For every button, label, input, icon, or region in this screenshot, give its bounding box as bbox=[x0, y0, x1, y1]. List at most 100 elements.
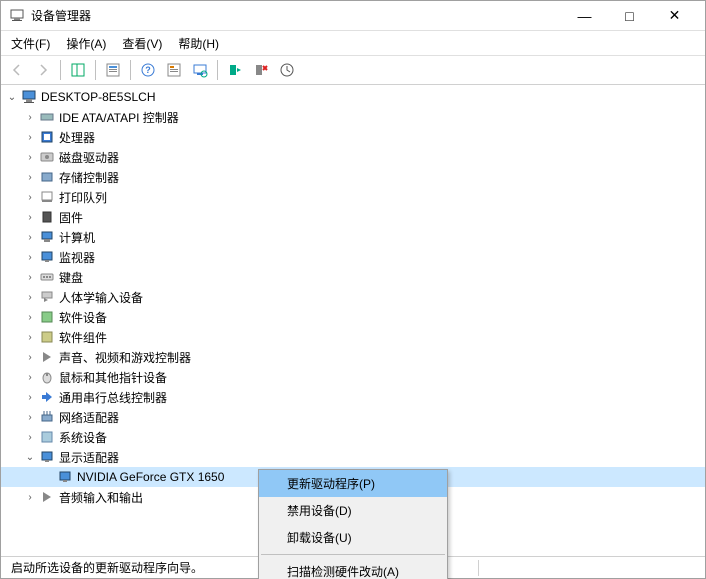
category-icon bbox=[39, 129, 55, 145]
category-icon bbox=[39, 109, 55, 125]
chevron-right-icon[interactable]: › bbox=[23, 350, 37, 364]
tree-category[interactable]: ›声音、视频和游戏控制器 bbox=[1, 347, 705, 367]
chevron-right-icon[interactable]: › bbox=[23, 390, 37, 404]
menu-file[interactable]: 文件(F) bbox=[5, 33, 56, 54]
chevron-right-icon[interactable]: › bbox=[23, 110, 37, 124]
toolbar-separator bbox=[60, 60, 61, 80]
category-icon bbox=[39, 189, 55, 205]
tree-root[interactable]: ⌄ DESKTOP-8E5SLCH bbox=[1, 87, 705, 107]
chevron-right-icon[interactable]: › bbox=[23, 230, 37, 244]
uninstall-device-button[interactable] bbox=[249, 58, 273, 82]
chevron-right-icon[interactable]: › bbox=[23, 250, 37, 264]
statusbar-separator bbox=[478, 560, 479, 576]
category-icon bbox=[39, 309, 55, 325]
tree-category-label: 软件组件 bbox=[59, 329, 107, 346]
menu-view[interactable]: 查看(V) bbox=[116, 33, 168, 54]
tree-category[interactable]: › 鼠标和其他指针设备 bbox=[1, 367, 705, 387]
context-menu-item[interactable]: 更新驱动程序(P) bbox=[259, 470, 447, 497]
toolbar-separator bbox=[217, 60, 218, 80]
menubar: 文件(F) 操作(A) 查看(V) 帮助(H) bbox=[1, 31, 705, 55]
category-icon bbox=[39, 329, 55, 345]
nav-forward-button bbox=[31, 58, 55, 82]
chevron-right-icon[interactable]: › bbox=[23, 410, 37, 424]
tree-category-label: 存储控制器 bbox=[59, 169, 119, 186]
chevron-right-icon[interactable]: › bbox=[23, 190, 37, 204]
category-icon bbox=[39, 289, 55, 305]
titlebar: 设备管理器 — □ ✕ bbox=[1, 1, 705, 31]
tree-category[interactable]: › 网络适配器 bbox=[1, 407, 705, 427]
context-menu-separator bbox=[261, 554, 445, 555]
chevron-right-icon[interactable]: › bbox=[23, 490, 37, 504]
chevron-right-icon[interactable]: › bbox=[23, 430, 37, 444]
category-icon bbox=[39, 149, 55, 165]
tree-category-label: 计算机 bbox=[59, 229, 95, 246]
tree-category[interactable]: ›处理器 bbox=[1, 127, 705, 147]
maximize-button[interactable]: □ bbox=[607, 2, 652, 30]
chevron-right-icon[interactable]: › bbox=[23, 170, 37, 184]
chevron-right-icon[interactable]: › bbox=[23, 290, 37, 304]
tree-category[interactable]: ›磁盘驱动器 bbox=[1, 147, 705, 167]
update-driver-button[interactable] bbox=[275, 58, 299, 82]
tree-category-label: 显示适配器 bbox=[59, 449, 119, 466]
tree-category[interactable]: › 打印队列 bbox=[1, 187, 705, 207]
menu-help[interactable]: 帮助(H) bbox=[172, 33, 225, 54]
chevron-right-icon[interactable]: › bbox=[23, 330, 37, 344]
tree-category[interactable]: › 人体学输入设备 bbox=[1, 287, 705, 307]
tree-category[interactable]: › 软件组件 bbox=[1, 327, 705, 347]
tree-category-label: 键盘 bbox=[59, 269, 83, 286]
tree-category-label: 打印队列 bbox=[59, 189, 107, 206]
minimize-button[interactable]: — bbox=[562, 2, 607, 30]
context-menu-item[interactable]: 禁用设备(D) bbox=[259, 497, 447, 524]
tree-category[interactable]: ›软件设备 bbox=[1, 307, 705, 327]
menu-action[interactable]: 操作(A) bbox=[60, 33, 112, 54]
tree-category[interactable]: › 系统设备 bbox=[1, 427, 705, 447]
tree-category[interactable]: › 存储控制器 bbox=[1, 167, 705, 187]
context-menu-item[interactable]: 扫描检测硬件改动(A) bbox=[259, 558, 447, 579]
window-title: 设备管理器 bbox=[31, 7, 562, 24]
category-icon bbox=[39, 249, 55, 265]
context-menu-item[interactable]: 卸载设备(U) bbox=[259, 524, 447, 551]
gpu-icon bbox=[57, 469, 73, 485]
category-icon bbox=[39, 269, 55, 285]
enable-device-button[interactable] bbox=[223, 58, 247, 82]
tree-category-label: 人体学输入设备 bbox=[59, 289, 143, 306]
tree-category[interactable]: › 固件 bbox=[1, 207, 705, 227]
properties-button[interactable] bbox=[101, 58, 125, 82]
action-button[interactable] bbox=[162, 58, 186, 82]
tree-category[interactable]: › 通用串行总线控制器 bbox=[1, 387, 705, 407]
chevron-right-icon[interactable]: › bbox=[23, 210, 37, 224]
chevron-right-icon[interactable]: › bbox=[23, 130, 37, 144]
chevron-right-icon[interactable]: › bbox=[23, 270, 37, 284]
tree-category-label: 网络适配器 bbox=[59, 409, 119, 426]
tree-category[interactable]: ›IDE ATA/ATAPI 控制器 bbox=[1, 107, 705, 127]
category-icon bbox=[39, 209, 55, 225]
category-icon bbox=[39, 409, 55, 425]
category-icon bbox=[39, 389, 55, 405]
tree-category[interactable]: › 监视器 bbox=[1, 247, 705, 267]
svg-text:?: ? bbox=[145, 65, 151, 75]
chevron-right-icon[interactable]: › bbox=[23, 310, 37, 324]
chevron-right-icon[interactable]: › bbox=[23, 150, 37, 164]
tree-category-label: 监视器 bbox=[59, 249, 95, 266]
show-hide-tree-button[interactable] bbox=[66, 58, 90, 82]
window-controls: — □ ✕ bbox=[562, 2, 697, 30]
tree-category-label: 固件 bbox=[59, 209, 83, 226]
category-icon bbox=[39, 489, 55, 505]
close-button[interactable]: ✕ bbox=[652, 2, 697, 30]
help-button[interactable]: ? bbox=[136, 58, 160, 82]
scan-hardware-button[interactable] bbox=[188, 58, 212, 82]
nav-back-button bbox=[5, 58, 29, 82]
app-icon bbox=[9, 8, 25, 24]
chevron-right-icon[interactable]: › bbox=[23, 370, 37, 384]
tree-category-label: 通用串行总线控制器 bbox=[59, 389, 167, 406]
tree-category-label: 系统设备 bbox=[59, 429, 107, 446]
tree-root-label: DESKTOP-8E5SLCH bbox=[41, 90, 156, 104]
chevron-down-icon[interactable]: ⌄ bbox=[23, 450, 37, 464]
tree-category[interactable]: › 键盘 bbox=[1, 267, 705, 287]
tree-category[interactable]: › 计算机 bbox=[1, 227, 705, 247]
chevron-down-icon[interactable]: ⌄ bbox=[5, 90, 19, 104]
tree-category-label: 音频输入和输出 bbox=[59, 489, 143, 506]
tree-category-label: 鼠标和其他指针设备 bbox=[59, 369, 167, 386]
category-icon bbox=[39, 229, 55, 245]
tree-category[interactable]: ⌄ 显示适配器 bbox=[1, 447, 705, 467]
